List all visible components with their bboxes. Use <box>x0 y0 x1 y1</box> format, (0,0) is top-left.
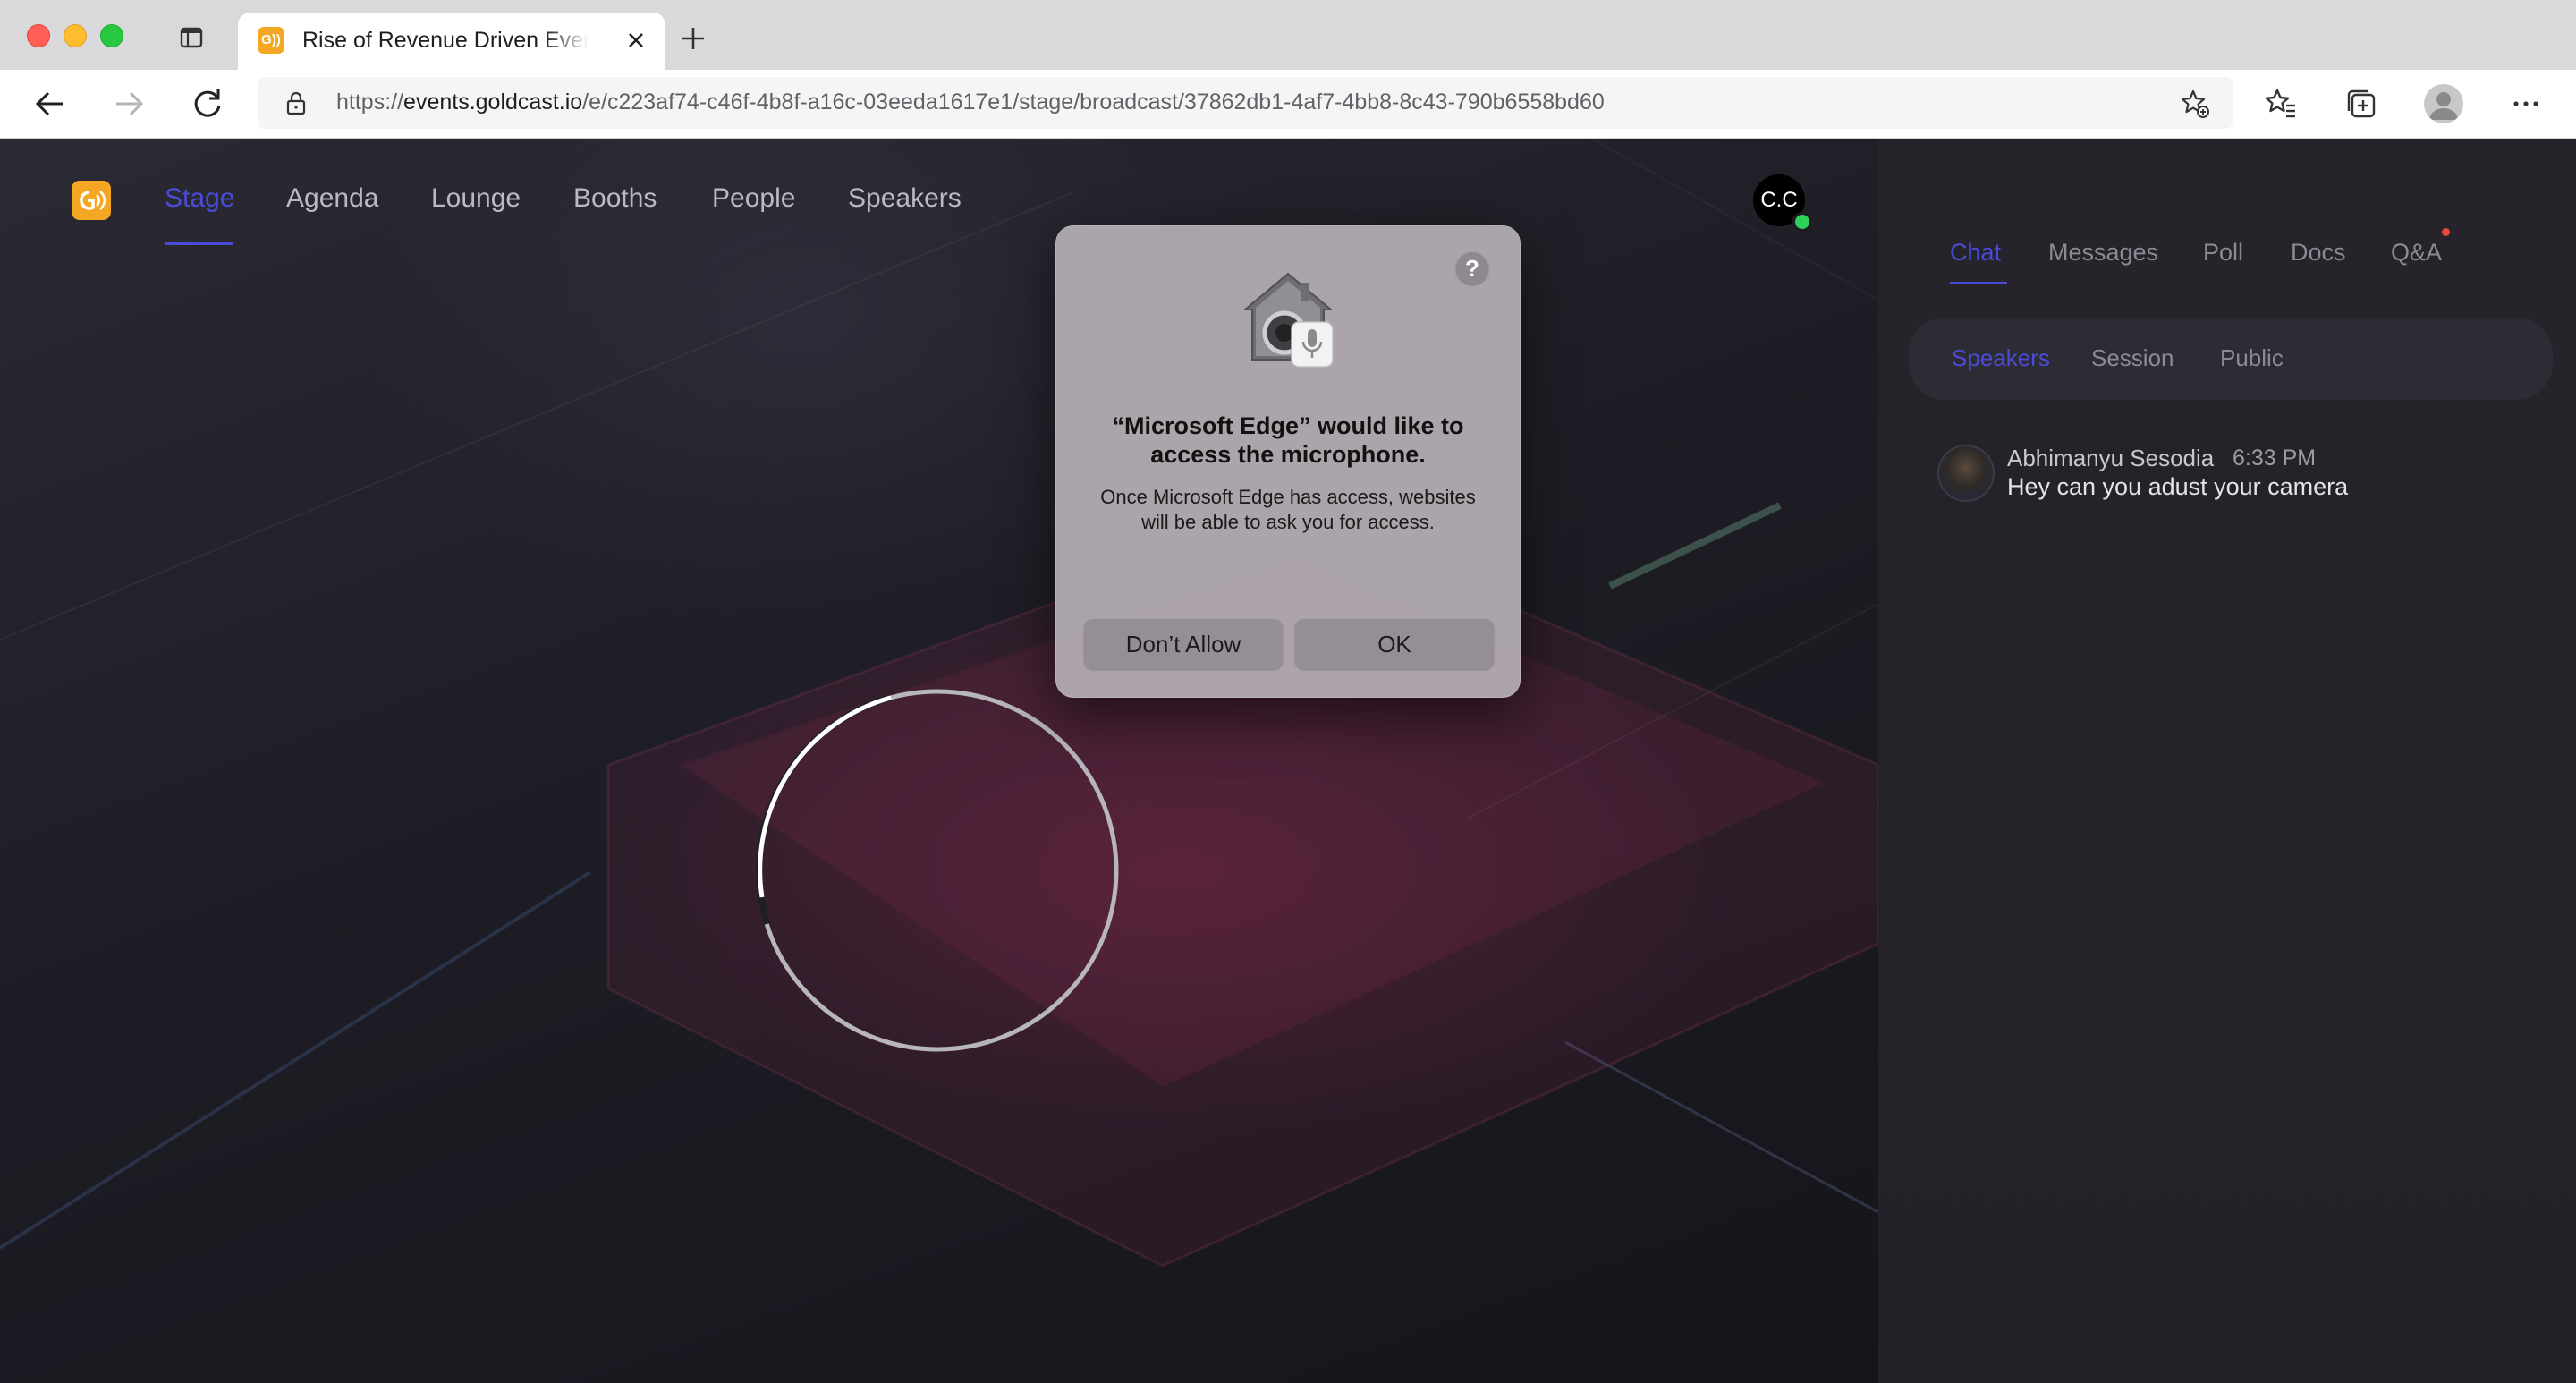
tab-poll[interactable]: Poll <box>2203 239 2243 267</box>
url-path: /e/c223af74-c46f-4b8f-a16c-03eeda1617e1/… <box>582 89 1605 115</box>
nav-active-underline <box>165 242 233 245</box>
subtab-public[interactable]: Public <box>2220 344 2284 372</box>
help-button[interactable]: ? <box>1456 252 1488 284</box>
loading-spinner <box>756 689 1119 1052</box>
subtab-speakers[interactable]: Speakers <box>1952 344 2050 372</box>
tab-actions-icon[interactable] <box>179 25 204 50</box>
sidebar-tab-underline <box>1950 282 2007 284</box>
goldcast-logo-icon <box>80 191 106 210</box>
tab-title: Rise of Revenue Driven Event m <box>302 28 589 53</box>
message-author[interactable]: Abhimanyu Sesodia <box>2007 445 2214 472</box>
message-time: 6:33 PM <box>2233 445 2317 471</box>
nav-stage[interactable]: Stage <box>165 183 235 245</box>
subtab-session[interactable]: Session <box>2091 344 2174 372</box>
forward-arrow-icon[interactable] <box>111 86 147 122</box>
url-prefix: https:// <box>336 89 404 115</box>
collections-icon[interactable] <box>2343 86 2379 122</box>
back-arrow-icon[interactable] <box>32 86 68 122</box>
nav-booths[interactable]: Booths <box>573 183 657 214</box>
browser-tab-bar: G)) Rise of Revenue Driven Event m <box>0 0 2576 70</box>
goldcast-favicon-icon: G)) <box>258 27 284 54</box>
nav-stage-label: Stage <box>165 183 235 213</box>
tab-qa[interactable]: Q&A <box>2391 239 2442 267</box>
online-status-indicator <box>1792 212 1812 232</box>
message-text: Hey can you adust your camera <box>2007 473 2349 500</box>
dialog-title: “Microsoft Edge” would like to access th… <box>1112 412 1464 468</box>
ok-button[interactable]: OK <box>1295 619 1494 669</box>
reload-icon[interactable] <box>190 86 225 122</box>
browser-tab-active[interactable]: G)) Rise of Revenue Driven Event m <box>238 13 665 70</box>
tab-chat-label: Chat <box>1950 239 2002 266</box>
microphone-permission-dialog: ? “Microsoft Edge” would like to access … <box>1055 225 1521 698</box>
tab-docs[interactable]: Docs <box>2291 239 2346 267</box>
nav-lounge[interactable]: Lounge <box>431 183 521 214</box>
new-tab-icon[interactable] <box>680 25 707 52</box>
microphone-privacy-icon <box>1242 272 1334 368</box>
goldcast-logo[interactable] <box>72 181 111 220</box>
browser-toolbar: https://events.goldcast.io/e/c223af74-c4… <box>0 70 2576 139</box>
url-host: events.goldcast.io <box>403 89 583 115</box>
stage-area: Stage Agenda Lounge Booths People Speake… <box>0 139 1878 1383</box>
close-tab-icon[interactable] <box>623 27 649 54</box>
lock-icon[interactable] <box>283 89 309 116</box>
nav-agenda[interactable]: Agenda <box>286 183 378 214</box>
tab-chat[interactable]: Chat <box>1950 239 2007 284</box>
url-text[interactable]: https://events.goldcast.io/e/c223af74-c4… <box>336 89 1605 115</box>
avatar[interactable] <box>1937 445 1995 502</box>
minimize-window-button[interactable] <box>64 24 87 47</box>
chat-subtabs: Speakers Session Public <box>1909 318 2553 400</box>
zoom-window-button[interactable] <box>100 24 123 47</box>
person-icon <box>2429 92 2458 120</box>
add-favorite-star-icon[interactable] <box>2179 88 2211 120</box>
nav-people[interactable]: People <box>712 183 795 214</box>
qa-notification-dot <box>2442 228 2450 236</box>
chat-message: Abhimanyu Sesodia 6:33 PM Hey can you ad… <box>1937 445 2546 507</box>
favorites-icon[interactable] <box>2263 86 2299 122</box>
more-options-icon[interactable] <box>2508 86 2544 122</box>
profile-avatar[interactable] <box>2424 84 2463 123</box>
address-bar[interactable]: https://events.goldcast.io/e/c223af74-c4… <box>258 77 2233 129</box>
tab-messages[interactable]: Messages <box>2048 239 2158 267</box>
close-window-button[interactable] <box>27 24 50 47</box>
dont-allow-button[interactable]: Don’t Allow <box>1084 619 1283 669</box>
nav-speakers[interactable]: Speakers <box>848 183 962 214</box>
dialog-body: Once Microsoft Edge has access, websites… <box>1100 486 1476 533</box>
chat-sidebar: Chat Messages Poll Docs Q&A Speakers Ses… <box>1878 139 2576 1383</box>
